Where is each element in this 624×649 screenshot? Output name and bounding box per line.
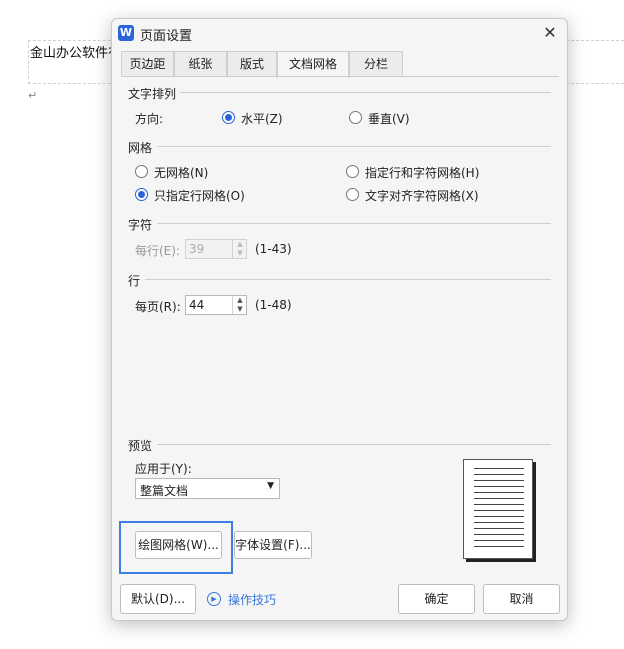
section-lines: 行: [128, 274, 141, 288]
tab-columns[interactable]: 分栏: [349, 51, 403, 77]
chars-per-line-stepper: 39 ▲ ▼: [185, 239, 247, 259]
section-grid: 网格: [128, 141, 153, 155]
radio-line-grid-only[interactable]: [135, 188, 148, 201]
tab-document-grid[interactable]: 文档网格: [277, 51, 349, 78]
section-divider: [157, 146, 551, 147]
close-icon[interactable]: ✕: [539, 22, 561, 44]
chars-range: (1-43): [255, 242, 292, 256]
tips-label[interactable]: 操作技巧: [228, 591, 276, 608]
chars-per-line-label: 每行(E):: [135, 244, 180, 258]
page-setup-dialog: W 页面设置 ✕ 页边距 纸张 版式 文档网格 分栏 文字排列 方向: 水平(Z…: [111, 18, 568, 621]
section-divider: [157, 444, 551, 445]
radio-horizontal[interactable]: [222, 111, 235, 124]
radio-horizontal-label[interactable]: 水平(Z): [241, 110, 283, 127]
radio-snap-to-char-grid-label[interactable]: 文字对齐字符网格(X): [365, 187, 479, 204]
lines-range: (1-48): [255, 298, 292, 312]
lines-per-page-value[interactable]: 44: [189, 298, 204, 312]
apply-to-select[interactable]: 整篇文档 ▼: [135, 478, 280, 499]
paragraph-mark-icon: ↵: [28, 89, 38, 102]
section-divider: [180, 92, 551, 93]
tab-panel-border: [121, 76, 559, 77]
radio-snap-to-char-grid[interactable]: [346, 188, 359, 201]
direction-label: 方向:: [135, 112, 164, 126]
dialog-title: 页面设置: [140, 29, 193, 44]
chevron-down-icon: ▼: [267, 481, 274, 491]
stepper-down-icon[interactable]: ▼: [233, 305, 247, 314]
radio-vertical-label[interactable]: 垂直(V): [368, 110, 410, 127]
radio-no-grid-label[interactable]: 无网格(N): [154, 164, 208, 181]
tab-margins[interactable]: 页边距: [121, 51, 174, 77]
section-text-direction: 文字排列: [128, 87, 177, 101]
font-settings-button[interactable]: 字体设置(F)...: [234, 531, 312, 559]
radio-no-grid[interactable]: [135, 165, 148, 178]
section-preview: 预览: [128, 439, 153, 453]
section-divider: [145, 279, 551, 280]
play-circle-icon: ▶: [207, 592, 221, 606]
cancel-button[interactable]: 取消: [483, 584, 560, 614]
section-characters: 字符: [128, 218, 153, 232]
ok-button[interactable]: 确定: [398, 584, 475, 614]
tab-layout[interactable]: 版式: [227, 51, 277, 77]
lines-per-page-stepper[interactable]: 44 ▲ ▼: [185, 295, 247, 315]
radio-vertical[interactable]: [349, 111, 362, 124]
page-preview: [463, 459, 533, 559]
chars-per-line-value: 39: [189, 242, 205, 256]
stepper-down-icon: ▼: [237, 249, 243, 257]
wps-writer-icon: W: [118, 25, 134, 41]
dialog-titlebar[interactable]: W 页面设置 ✕: [112, 19, 567, 47]
apply-to-label: 应用于(Y):: [135, 462, 192, 476]
document-text[interactable]: 金山办公软件有: [30, 42, 121, 61]
lines-per-page-label: 每页(R):: [135, 300, 181, 314]
radio-line-grid-only-label[interactable]: 只指定行网格(O): [154, 187, 245, 204]
section-divider: [157, 223, 551, 224]
stepper-up-icon[interactable]: ▲: [233, 296, 247, 305]
apply-to-value: 整篇文档: [140, 484, 189, 498]
radio-line-and-char-grid-label[interactable]: 指定行和字符网格(H): [365, 164, 479, 181]
default-button[interactable]: 默认(D)...: [120, 584, 196, 614]
stepper-up-icon: ▲: [237, 240, 243, 248]
tab-paper[interactable]: 纸张: [174, 51, 227, 77]
radio-line-and-char-grid[interactable]: [346, 165, 359, 178]
draw-grid-button[interactable]: 绘图网格(W)...: [135, 531, 222, 559]
